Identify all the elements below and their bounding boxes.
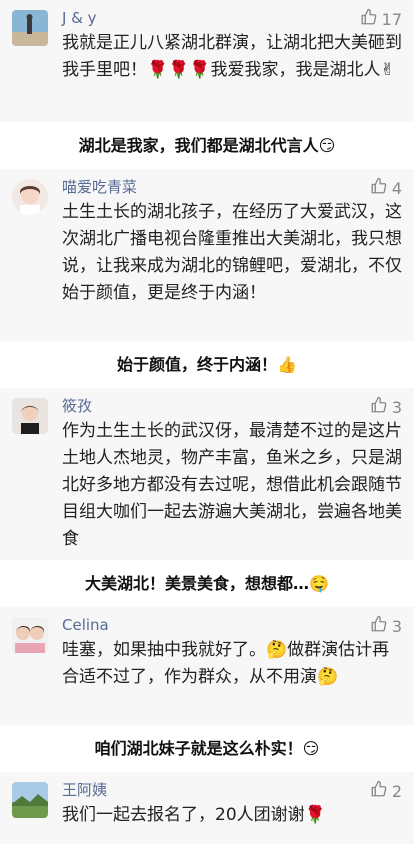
like-button[interactable]: 3 [370,615,402,638]
like-count: 17 [381,9,402,29]
avatar[interactable] [12,10,48,46]
comment-item: 喵爱吃青菜 4 土生土长的湖北孩子，在经历了大爱武汉，这次湖北广播电视台隆重推出… [0,169,414,341]
comment-item: Celina 3 哇塞，如果抽中我就好了。🤔做群演估计再合适不过了，作为群众，从… [0,607,414,725]
comment-item: 筱孜 3 作为土生土长的武汉伢，最清楚不过的是这片土地人杰地灵，物产丰富，鱼米之… [0,388,414,560]
thumbs-up-icon [360,8,378,31]
avatar[interactable] [12,782,48,818]
avatar[interactable] [12,179,48,215]
avatar[interactable] [12,617,48,653]
comment-text: 我就是正儿八紧湖北群演，让湖北把大美砸到我手里吧！🌹🌹🌹我爱我家，我是湖北人✌ [62,33,402,80]
comment-text: 作为土生土长的武汉伢，最清楚不过的是这片土地人杰地灵，物产丰富，鱼米之乡，只是湖… [62,421,402,549]
thumbs-up-icon [370,615,388,638]
comment-text: 哇塞，如果抽中我就好了。🤔做群演估计再合适不过了，作为群众，从不用演🤔 [62,640,390,687]
like-count: 4 [391,178,402,198]
commenter-name[interactable]: 王阿姨 [62,780,402,800]
commenter-name[interactable]: 筱孜 [62,396,402,416]
caption: 湖北是我家，我们都是湖北代言人😏 [0,122,414,169]
avatar[interactable] [12,398,48,434]
like-button[interactable]: 17 [360,8,402,31]
like-button[interactable]: 4 [370,177,402,200]
thumbs-up-icon [370,780,388,803]
comment-item: 王阿姨 2 我们一起去报名了，20人团谢谢🌹 [0,772,414,844]
thumbs-up-icon [370,396,388,419]
like-button[interactable]: 3 [370,396,402,419]
like-button[interactable]: 2 [370,780,402,803]
commenter-name[interactable]: 喵爱吃青菜 [62,177,402,197]
commenter-name[interactable]: J & y [62,8,402,28]
like-count: 3 [391,616,402,636]
comment-text: 我们一起去报名了，20人团谢谢🌹 [62,805,326,825]
caption: 始于颜值，终于内涵！👍 [0,341,414,388]
thumbs-up-icon [370,177,388,200]
like-count: 2 [391,781,402,801]
comment-item: J & y 17 我就是正儿八紧湖北群演，让湖北把大美砸到我手里吧！🌹🌹🌹我爱我… [0,0,414,122]
commenter-name[interactable]: Celina [62,615,402,635]
comment-text: 土生土长的湖北孩子，在经历了大爱武汉，这次湖北广播电视台隆重推出大美湖北，我只想… [62,202,402,303]
caption: 大美湖北！美景美食，想想都…🤤 [0,560,414,607]
caption: 咱们湖北妹子就是这么朴实！😏 [0,725,414,772]
like-count: 3 [391,397,402,417]
